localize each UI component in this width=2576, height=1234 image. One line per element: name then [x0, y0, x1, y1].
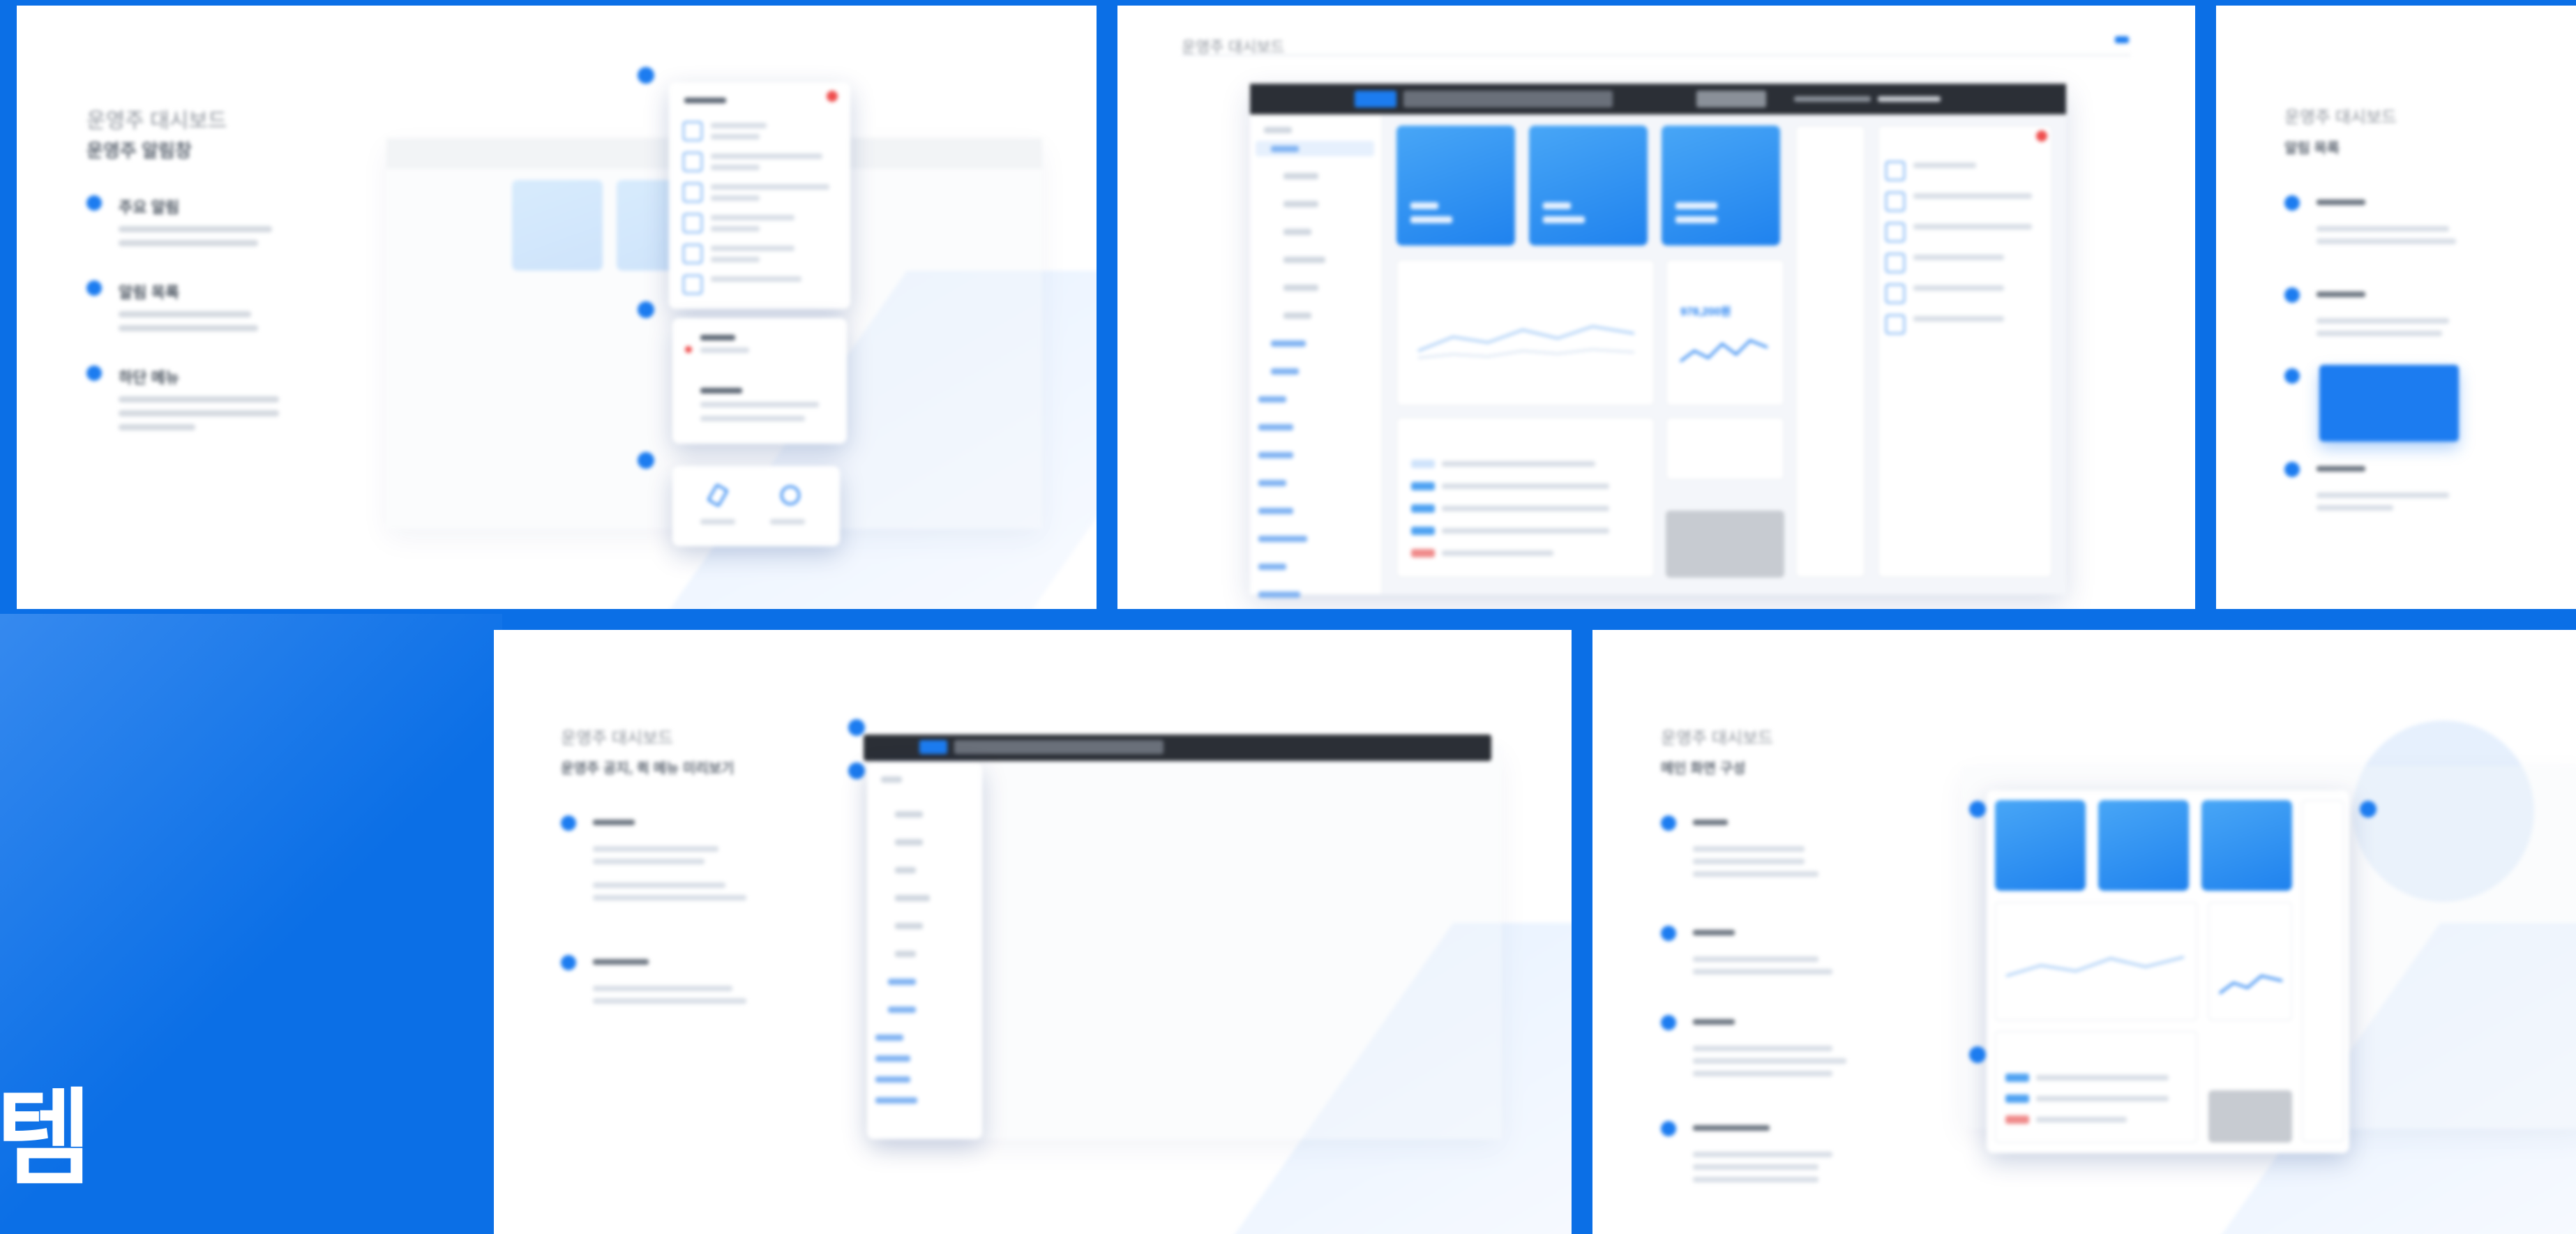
alert-card — [672, 318, 847, 444]
sidebar-highlight — [867, 762, 982, 1139]
slide-dashboard-main: 운영주 대시보드 978,200원 — [1117, 6, 2195, 609]
content-highlight — [1987, 790, 2349, 1153]
highlight-card — [2319, 365, 2459, 442]
notification-list — [1878, 126, 2052, 578]
slide-subtitle: 운영주 공지, 퀵 메뉴 미리보기 — [561, 761, 735, 776]
notice-table — [1396, 417, 1655, 578]
quick-icons-column — [1795, 126, 1865, 578]
bullet-heading: 하단 메뉴 — [119, 369, 180, 386]
bullet-heading: 알림 목록 — [119, 284, 180, 301]
line-chart-widget — [1396, 259, 1655, 406]
quick-menu-card — [672, 466, 840, 546]
slide-subtitle: 메인 화면 구성 — [1661, 761, 1746, 776]
top-bar-highlight — [864, 735, 1491, 761]
partial-korean-heading: 템 — [0, 1078, 93, 1200]
gray-button[interactable] — [1666, 511, 1784, 578]
slide-title: 운영주 대시보드 — [86, 110, 227, 133]
slide-subtitle: 알림 목록 — [2284, 141, 2340, 156]
summary-card-2[interactable] — [1529, 126, 1648, 246]
slide-subtitle: 운영주 알림창 — [86, 140, 192, 161]
slide-title: 운영주 대시보드 — [561, 729, 674, 748]
slide-title: 운영주 대시보드 — [2284, 108, 2397, 127]
slide-main-layout: 운영주 대시보드 메인 화면 구성 — [1592, 630, 2576, 1234]
slide-title: 운영주 대시보드 — [1661, 729, 1774, 748]
summary-card-3[interactable] — [1662, 126, 1780, 246]
bullet-heading: 주요 알림 — [119, 199, 180, 216]
slide-notification-list: 운영주 대시보드 알림 목록 — [2216, 6, 2576, 609]
revenue-widget: 978,200원 — [1666, 259, 1784, 406]
summary-card-1[interactable] — [1396, 126, 1515, 246]
dashboard-mock: 978,200원 — [1250, 84, 2066, 598]
slide-notification-panel: 운영주 대시보드 운영주 알림창 주요 알림 알림 목록 하단 메뉴 — [17, 6, 1097, 609]
revenue-amount: 978,200원 — [1680, 306, 1731, 318]
notification-popup — [669, 82, 850, 309]
slide-quick-menu: 운영주 대시보드 운영주 공지, 퀵 메뉴 미리보기 — [494, 630, 1572, 1234]
media-widget — [1666, 417, 1784, 480]
